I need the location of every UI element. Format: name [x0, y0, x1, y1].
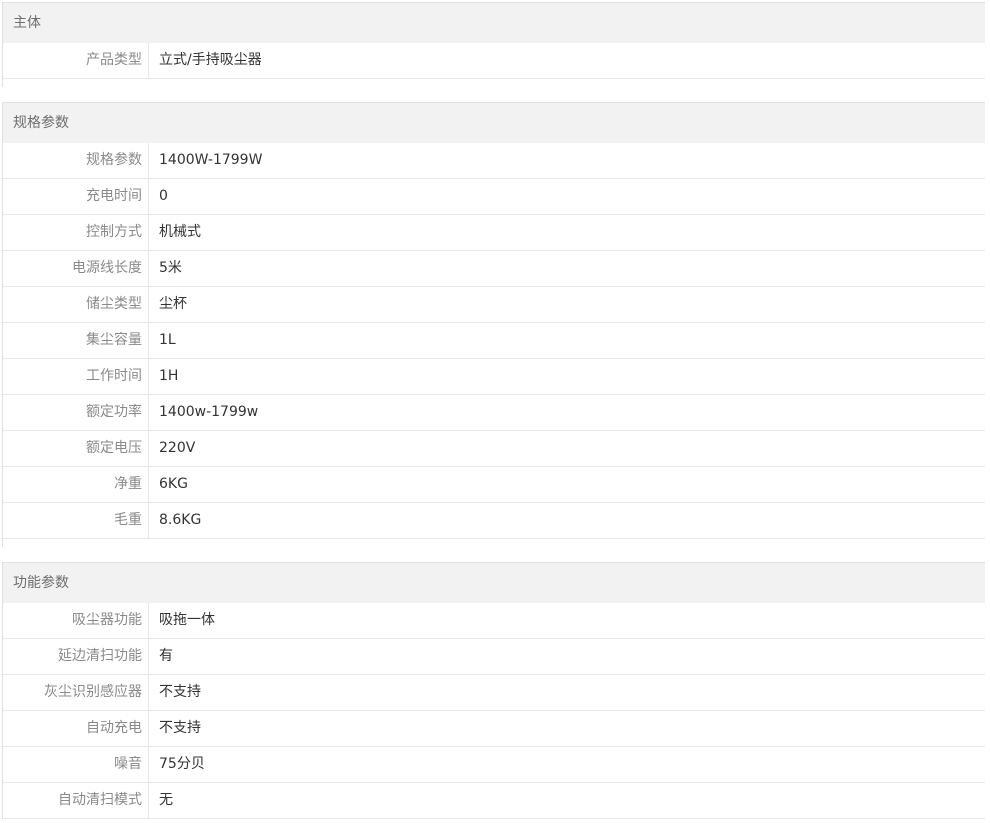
spec-row: 电源线长度 5米: [3, 251, 985, 287]
spec-label: 集尘容量: [3, 323, 149, 358]
spec-value: 1L: [159, 332, 176, 348]
spec-value: 吸拖一体: [159, 612, 215, 628]
spec-label: 电源线长度: [3, 251, 149, 286]
spec-label: 延边清扫功能: [3, 639, 149, 674]
spec-label: 充电时间: [3, 179, 149, 214]
spec-value: 立式/手持吸尘器: [159, 52, 262, 68]
spec-value: 0: [159, 188, 168, 204]
spec-row: 毛重 8.6KG: [3, 503, 985, 539]
spec-value: 1400w-1799w: [159, 404, 259, 420]
spec-row: 储尘类型 尘杯: [3, 287, 985, 323]
spec-value: 5米: [159, 260, 182, 276]
spec-row: 噪音 75分贝: [3, 747, 985, 783]
spec-value: 不支持: [159, 720, 201, 736]
spec-page: 主体 产品类型 立式/手持吸尘器 规格参数 规格参数 1400W-1799W 充…: [0, 0, 990, 823]
spec-label: 自动充电: [3, 711, 149, 746]
spec-row: 产品类型 立式/手持吸尘器: [3, 43, 985, 79]
spec-row: 延边清扫功能 有: [3, 639, 985, 675]
spec-label: 规格参数: [3, 143, 149, 178]
spec-value: 8.6KG: [159, 512, 202, 528]
spec-value: 6KG: [159, 476, 188, 492]
spec-row: 灰尘识别感应器 不支持: [3, 675, 985, 711]
section-title: 规格参数: [3, 103, 985, 143]
section-specs: 规格参数 规格参数 1400W-1799W 充电时间 0 控制方式 机械式 电源…: [2, 102, 985, 547]
spec-label: 控制方式: [3, 215, 149, 250]
section-title: 主体: [3, 3, 985, 43]
section-title: 功能参数: [3, 563, 985, 603]
spec-row: 额定电压 220V: [3, 431, 985, 467]
spec-table: 吸尘器功能 吸拖一体 延边清扫功能 有 灰尘识别感应器 不支持 自动充电 不支持…: [3, 603, 985, 819]
section-features: 功能参数 吸尘器功能 吸拖一体 延边清扫功能 有 灰尘识别感应器 不支持 自动充…: [2, 562, 985, 819]
spec-value: 有: [159, 648, 173, 664]
spec-row: 自动充电 不支持: [3, 711, 985, 747]
spec-label: 灰尘识别感应器: [3, 675, 149, 710]
spec-row: 集尘容量 1L: [3, 323, 985, 359]
spec-label: 额定电压: [3, 431, 149, 466]
spec-label: 额定功率: [3, 395, 149, 430]
spec-label: 净重: [3, 467, 149, 502]
spec-value: 220V: [159, 440, 196, 456]
spec-label: 工作时间: [3, 359, 149, 394]
spec-row: 工作时间 1H: [3, 359, 985, 395]
spec-label: 噪音: [3, 747, 149, 782]
spec-row: 净重 6KG: [3, 467, 985, 503]
spec-row: 自动清扫模式 无: [3, 783, 985, 819]
spec-row: 额定功率 1400w-1799w: [3, 395, 985, 431]
spec-label: 产品类型: [3, 43, 149, 78]
spec-value: 75分贝: [159, 756, 205, 772]
spec-value: 不支持: [159, 684, 201, 700]
spec-value: 尘杯: [159, 296, 187, 312]
spec-table: 规格参数 1400W-1799W 充电时间 0 控制方式 机械式 电源线长度 5…: [3, 143, 985, 539]
spec-label: 吸尘器功能: [3, 603, 149, 638]
spec-row: 规格参数 1400W-1799W: [3, 143, 985, 179]
spec-value: 机械式: [159, 224, 201, 240]
section-divider: [2, 539, 985, 547]
section-divider: [2, 79, 985, 87]
spec-row: 充电时间 0: [3, 179, 985, 215]
spec-row: 控制方式 机械式: [3, 215, 985, 251]
spec-value: 1H: [159, 368, 179, 384]
spec-label: 储尘类型: [3, 287, 149, 322]
spec-label: 毛重: [3, 503, 149, 538]
spec-table: 产品类型 立式/手持吸尘器: [3, 43, 985, 79]
spec-label: 自动清扫模式: [3, 783, 149, 818]
spec-row: 吸尘器功能 吸拖一体: [3, 603, 985, 639]
section-main: 主体 产品类型 立式/手持吸尘器: [2, 2, 985, 87]
spec-value: 无: [159, 792, 173, 808]
spec-value: 1400W-1799W: [159, 152, 263, 168]
